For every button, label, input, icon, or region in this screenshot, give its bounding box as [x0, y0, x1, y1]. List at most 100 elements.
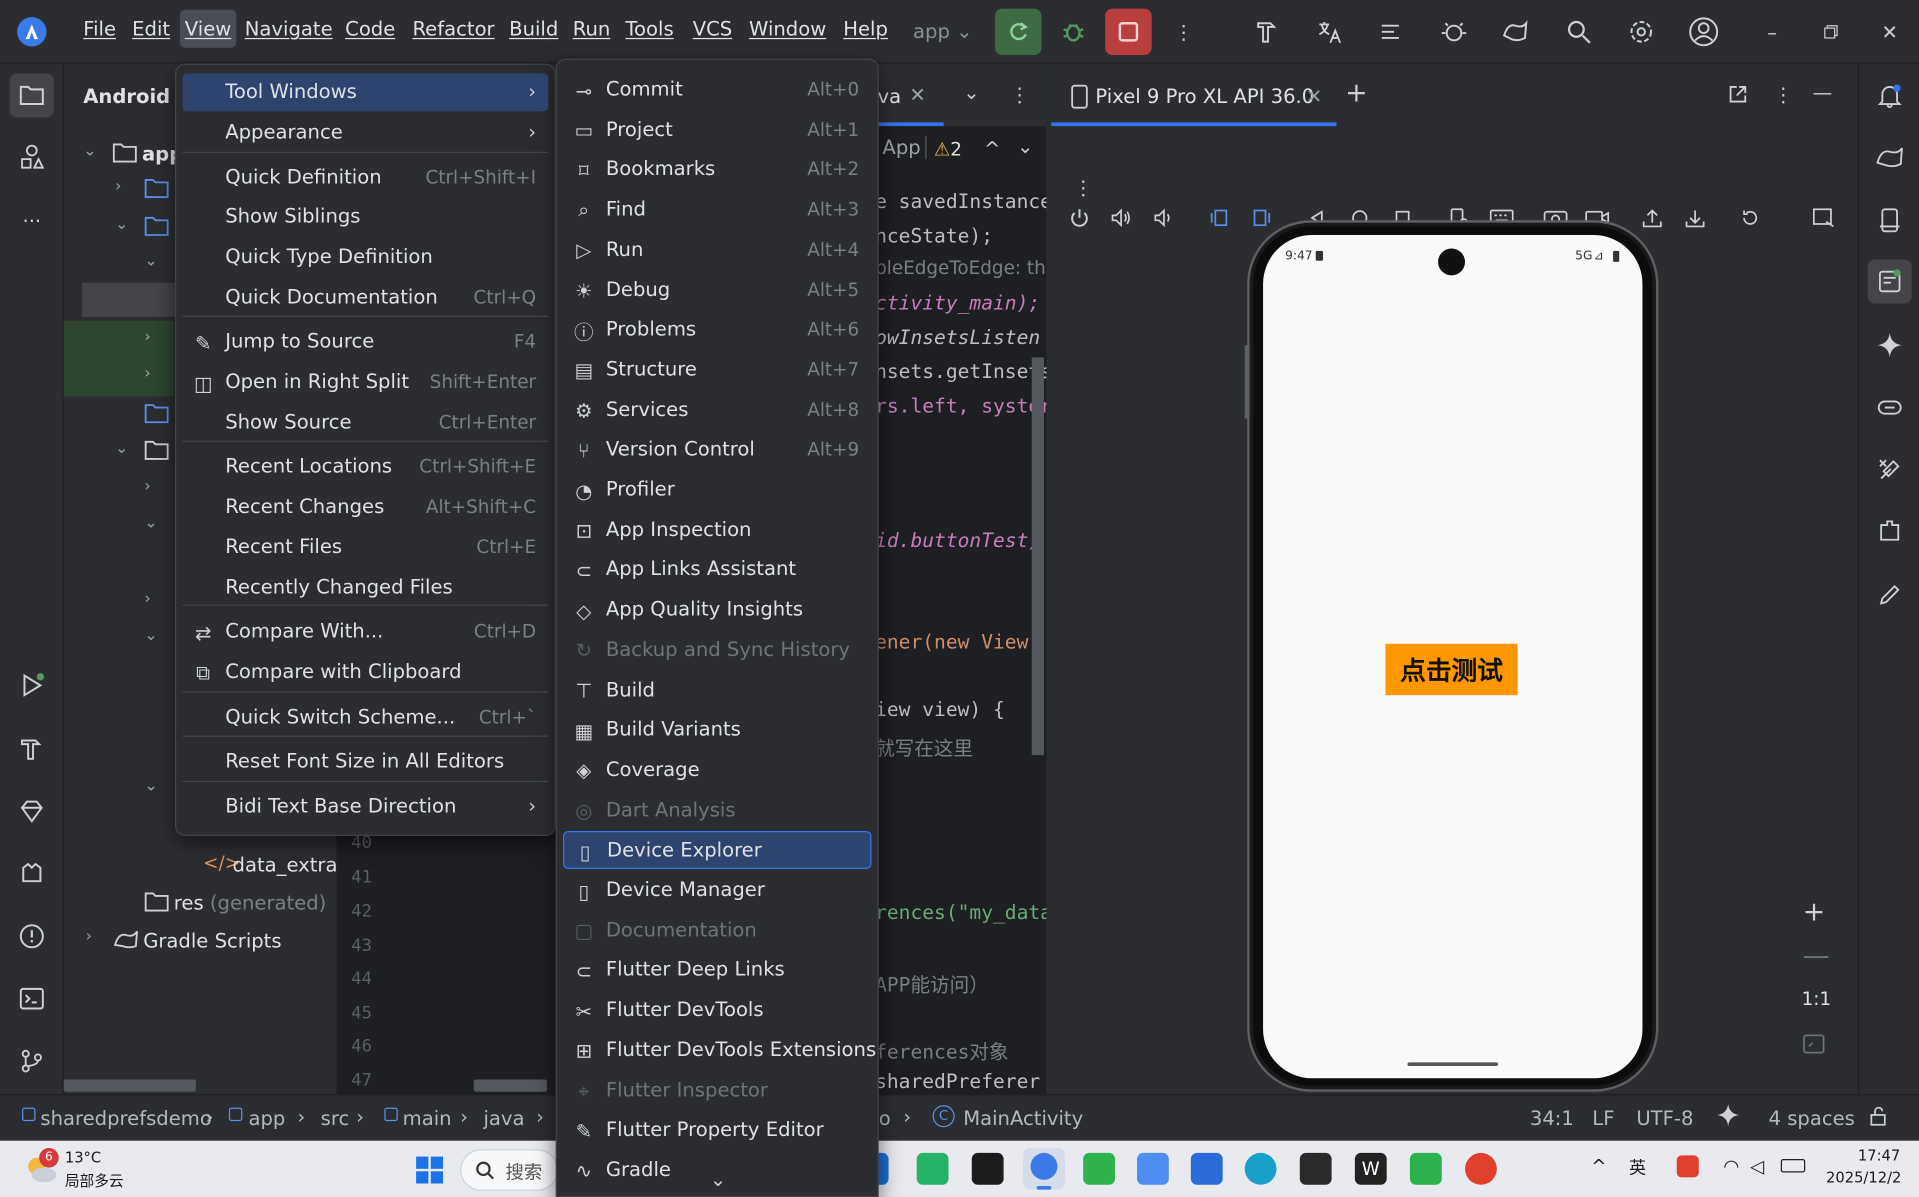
- tool-window-debug[interactable]: ☀ Debug Alt+5: [563, 271, 871, 309]
- menu-item-recent-files[interactable]: Recent Files Ctrl+E: [182, 529, 548, 567]
- ime-indicator[interactable]: 英: [1629, 1155, 1646, 1179]
- menu-item-compare-with-clipboard[interactable]: ⧉ Compare with Clipboard: [182, 654, 548, 692]
- tool-window-run[interactable]: ▷ Run Alt+4: [563, 231, 871, 269]
- device-frame-icon[interactable]: [1808, 204, 1840, 231]
- chevron-down-icon[interactable]: ⌄: [83, 142, 96, 160]
- reset-icon[interactable]: [1734, 204, 1766, 231]
- next-highlight-icon[interactable]: ⌄: [1017, 135, 1033, 158]
- menu-item-quick-type-definition[interactable]: Quick Type Definition: [182, 239, 548, 277]
- taskbar-terminal-icon[interactable]: [1299, 1152, 1332, 1185]
- menu-help[interactable]: Help: [843, 17, 888, 40]
- chevron-down-icon[interactable]: ⌄: [144, 627, 157, 645]
- terminal-icon[interactable]: [10, 977, 54, 1021]
- tool-window-app-quality-insights[interactable]: ◇ App Quality Insights: [563, 591, 871, 629]
- ai-assist-icon[interactable]: [1716, 1103, 1740, 1127]
- taskbar-app-icon[interactable]: [1083, 1152, 1115, 1185]
- file-encoding[interactable]: UTF-8: [1636, 1106, 1693, 1129]
- tree-item-res-generated[interactable]: res (generated): [174, 891, 327, 914]
- open-external-icon[interactable]: [1727, 83, 1749, 105]
- chevron-right-icon[interactable]: ›: [144, 328, 150, 346]
- tool-window-flutter-devtools[interactable]: ✂ Flutter DevTools: [563, 991, 871, 1029]
- debug-button[interactable]: [1053, 12, 1095, 51]
- close-window-icon[interactable]: ✕: [1869, 12, 1911, 51]
- run-tool-icon[interactable]: [10, 663, 54, 707]
- menu-item-compare-with[interactable]: ⇄ Compare With... Ctrl+D: [182, 613, 548, 651]
- taskbar-app-icon[interactable]: [1190, 1152, 1223, 1185]
- menu-item-quick-switch-scheme[interactable]: Quick Switch Scheme... Ctrl+`: [182, 699, 548, 737]
- indent-setting[interactable]: 4 spaces: [1769, 1106, 1855, 1129]
- windows-start-icon[interactable]: [415, 1155, 444, 1184]
- tool-window-structure[interactable]: ▤ Structure Alt+7: [563, 351, 871, 389]
- scroll-down-icon[interactable]: ⌄: [710, 1168, 726, 1191]
- rotate-right-icon[interactable]: [1246, 204, 1278, 231]
- tool-window-services[interactable]: ⚙ Services Alt+8: [563, 391, 871, 429]
- menu-code[interactable]: Code: [345, 17, 395, 40]
- menu-item-recent-changes[interactable]: Recent Changes Alt+Shift+C: [182, 488, 548, 526]
- editor-more-icon[interactable]: ⋮: [1010, 83, 1030, 106]
- tool-window-build[interactable]: ⊤ Build: [563, 671, 871, 709]
- taskbar-app-icon[interactable]: [916, 1152, 949, 1185]
- zoom-actual-size[interactable]: 1:1: [1802, 988, 1832, 1010]
- editor-tab-label[interactable]: va: [878, 84, 902, 107]
- tool-window-profiler[interactable]: ◔ Profiler: [563, 471, 871, 509]
- menu-view[interactable]: View: [179, 9, 237, 48]
- extensions-tool-icon[interactable]: [1868, 509, 1912, 553]
- tabs-dropdown-icon[interactable]: ⌄: [963, 81, 979, 104]
- stop-button[interactable]: [1105, 8, 1152, 56]
- breadcrumb-class[interactable]: MainActivity: [963, 1106, 1083, 1129]
- download-icon[interactable]: [1679, 204, 1711, 231]
- menu-navigate[interactable]: Navigate: [245, 17, 333, 40]
- close-device-tab-icon[interactable]: ✕: [1306, 84, 1322, 107]
- tree-item-gradle-scripts[interactable]: Gradle Scripts: [143, 929, 281, 952]
- build-icon[interactable]: [1246, 12, 1288, 51]
- gemini-icon[interactable]: [1868, 323, 1912, 367]
- gesture-bar[interactable]: [1407, 1062, 1499, 1067]
- run-config-selector[interactable]: app ⌄: [913, 20, 973, 43]
- menu-build[interactable]: Build: [509, 17, 558, 40]
- taskbar-app-icon[interactable]: [1465, 1152, 1497, 1185]
- rerun-button[interactable]: [995, 8, 1042, 56]
- menu-refactor[interactable]: Refactor: [412, 17, 494, 40]
- panel-hide-icon[interactable]: —: [1813, 81, 1833, 104]
- prev-highlight-icon[interactable]: ^: [984, 137, 1000, 160]
- version-control-icon[interactable]: [10, 1039, 54, 1083]
- panel-more-icon[interactable]: ⋮: [1773, 83, 1793, 106]
- menu-item-open-in-right-split[interactable]: ◫ Open in Right Split Shift+Enter: [182, 363, 548, 401]
- tool-window-flutter-deep-links[interactable]: ⊂ Flutter Deep Links: [563, 951, 871, 989]
- devtools-tool-icon[interactable]: [1868, 448, 1912, 492]
- resource-manager-icon[interactable]: [10, 135, 54, 179]
- menu-edit[interactable]: Edit: [132, 17, 170, 40]
- tool-window-device-explorer[interactable]: ▯ Device Explorer: [562, 831, 872, 870]
- device-mirror-icon[interactable]: [1494, 12, 1536, 51]
- taskbar-app-icon[interactable]: [971, 1152, 1004, 1185]
- tool-window-flutter-devtools-extensions[interactable]: ⊞ Flutter DevTools Extensions: [563, 1031, 877, 1069]
- caret-position[interactable]: 34:1: [1530, 1106, 1574, 1129]
- restore-icon[interactable]: [1810, 12, 1852, 51]
- tray-overflow-icon[interactable]: ^: [1591, 1155, 1606, 1177]
- menu-item-quick-definition[interactable]: Quick Definition Ctrl+Shift+I: [182, 159, 548, 197]
- taskbar-android-studio-icon[interactable]: [1023, 1148, 1065, 1190]
- breadcrumb-app[interactable]: app: [248, 1106, 285, 1129]
- chevron-down-icon[interactable]: ⌄: [144, 514, 157, 532]
- minimize-icon[interactable]: –: [1751, 12, 1793, 51]
- search-icon[interactable]: [1558, 12, 1600, 51]
- breadcrumb-package-tail[interactable]: o: [879, 1106, 891, 1129]
- chevron-right-icon[interactable]: ›: [86, 928, 92, 946]
- property-editor-tool-icon[interactable]: [1868, 573, 1912, 617]
- more-tools-icon[interactable]: ···: [10, 198, 54, 242]
- upload-icon[interactable]: [1636, 204, 1668, 231]
- app-links-tool-icon[interactable]: [1868, 387, 1912, 431]
- zoom-in-icon[interactable]: +: [1803, 897, 1826, 928]
- device-tab-title[interactable]: Pixel 9 Pro XL API 36.0: [1095, 84, 1314, 107]
- sync-gradle-icon[interactable]: [1370, 12, 1412, 51]
- menu-item-jump-to-source[interactable]: ✎ Jump to Source F4: [182, 323, 548, 361]
- clock-time[interactable]: 17:47: [1858, 1147, 1900, 1164]
- zoom-out-icon[interactable]: —: [1803, 941, 1830, 972]
- tool-window-version-control[interactable]: ⑂ Version Control Alt+9: [563, 431, 871, 469]
- clock-date[interactable]: 2025/12/2: [1826, 1169, 1901, 1186]
- chevron-down-icon[interactable]: ⌄: [115, 439, 128, 457]
- problems-tool-icon[interactable]: [10, 914, 54, 958]
- account-icon[interactable]: [1683, 12, 1725, 51]
- volume-down-icon[interactable]: [1147, 204, 1179, 231]
- vertical-scrollbar[interactable]: [1031, 357, 1044, 756]
